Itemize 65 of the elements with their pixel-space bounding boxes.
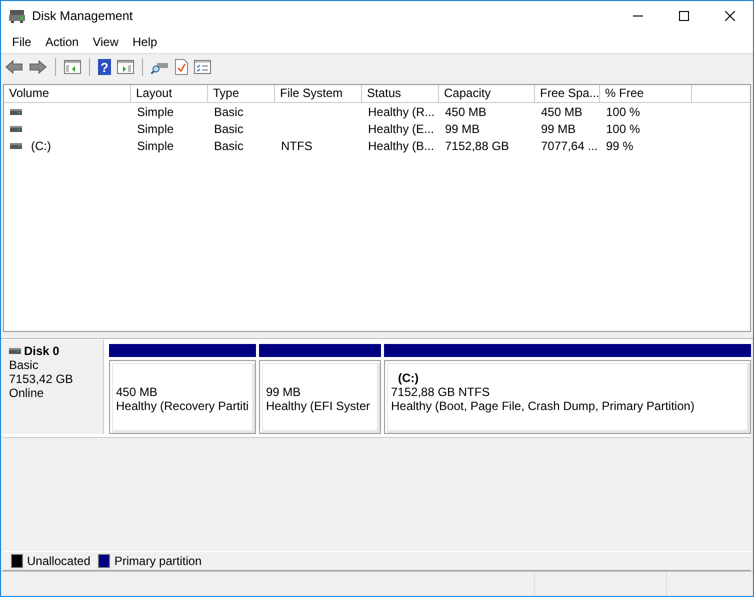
column-header[interactable]: Layout: [131, 85, 208, 102]
table-cell: 99 MB: [445, 122, 480, 136]
partition-size: 450 MB: [116, 385, 158, 399]
partition-status: Healthy (Boot, Page File, Crash Dump, Primary Partition): [391, 399, 696, 413]
table-cell: 450 MB: [445, 104, 486, 118]
table-cell: 100 %: [606, 104, 640, 118]
table-cell: Basic: [214, 122, 244, 136]
partition-box[interactable]: 99 MB Healthy (EFI Syster: [259, 360, 381, 434]
help-icon[interactable]: ?: [98, 59, 111, 75]
drive-icon: [9, 348, 21, 354]
window-title: Disk Management: [32, 9, 134, 23]
table-cell: 7152,88 GB: [445, 138, 510, 152]
disk-info-panel[interactable]: Disk 0 Basic 7153,42 GB Online: [3, 340, 104, 434]
table-cell: Healthy (B...: [368, 138, 434, 152]
partition-label: (C:): [397, 371, 420, 385]
menu-item[interactable]: File: [5, 35, 38, 49]
document-check-icon[interactable]: [175, 59, 188, 75]
column-header[interactable]: File System: [275, 85, 362, 102]
column-header[interactable]: Capacity: [439, 85, 535, 102]
menu-item[interactable]: Help: [126, 35, 164, 49]
drive-icon: [10, 142, 22, 148]
connect-icon[interactable]: [151, 60, 169, 74]
partition-size: 99 MB: [266, 385, 302, 399]
table-cell: Simple: [137, 138, 174, 152]
column-header[interactable]: Free Spa...: [535, 85, 600, 102]
table-cell: 100 %: [606, 122, 640, 136]
back-arrow-icon[interactable]: [5, 60, 23, 74]
table-cell: 450 MB: [541, 104, 582, 118]
table-cell: Healthy (E...: [368, 122, 434, 136]
table-cell: 99 %: [606, 138, 634, 152]
disk-type: Basic: [9, 358, 40, 372]
checklist-icon[interactable]: [194, 60, 211, 74]
column-header[interactable]: Type: [208, 85, 275, 102]
disk-size: 7153,42 GB: [9, 372, 74, 386]
table-cell: Basic: [214, 138, 244, 152]
menu-item[interactable]: View: [86, 35, 126, 49]
maximize-icon: [679, 11, 689, 21]
drive-icon: [10, 108, 22, 114]
table-cell: NTFS: [281, 138, 312, 152]
console-tree-icon[interactable]: [64, 60, 81, 74]
legend-label: Primary partition: [114, 554, 202, 568]
disk-name: Disk 0: [24, 344, 60, 358]
partition-box[interactable]: 450 MB Healthy (Recovery Partiti: [109, 360, 256, 434]
partition-status: Healthy (EFI Syster: [266, 399, 372, 413]
table-cell: 7077,64 ...: [541, 138, 598, 152]
panel-icon[interactable]: [117, 60, 134, 74]
table-cell: Simple: [137, 122, 174, 136]
menu-item[interactable]: Action: [38, 35, 86, 49]
disk-drive-icon: [9, 9, 25, 23]
column-header[interactable]: % Free: [600, 85, 692, 102]
drive-icon: [10, 126, 22, 132]
table-cell: (C:): [31, 138, 51, 152]
close-icon: [725, 11, 735, 21]
column-header[interactable]: Volume: [4, 85, 131, 102]
partition-box[interactable]: (C:) 7152,88 GB NTFS Healthy (Boot, Page File, Crash Dump, Primary Partition): [384, 360, 751, 434]
table-cell: Healthy (R...: [368, 104, 435, 118]
table-cell: 99 MB: [541, 122, 576, 136]
legend-label: Unallocated: [27, 554, 90, 568]
partition-size: 7152,88 GB NTFS: [391, 385, 491, 399]
forward-arrow-icon[interactable]: [29, 60, 47, 74]
partition-status: Healthy (Recovery Partiti: [116, 399, 249, 413]
column-header[interactable]: Status: [362, 85, 439, 102]
table-cell: Simple: [137, 104, 174, 118]
table-cell: Basic: [214, 104, 244, 118]
disk-status: Online: [9, 386, 45, 400]
